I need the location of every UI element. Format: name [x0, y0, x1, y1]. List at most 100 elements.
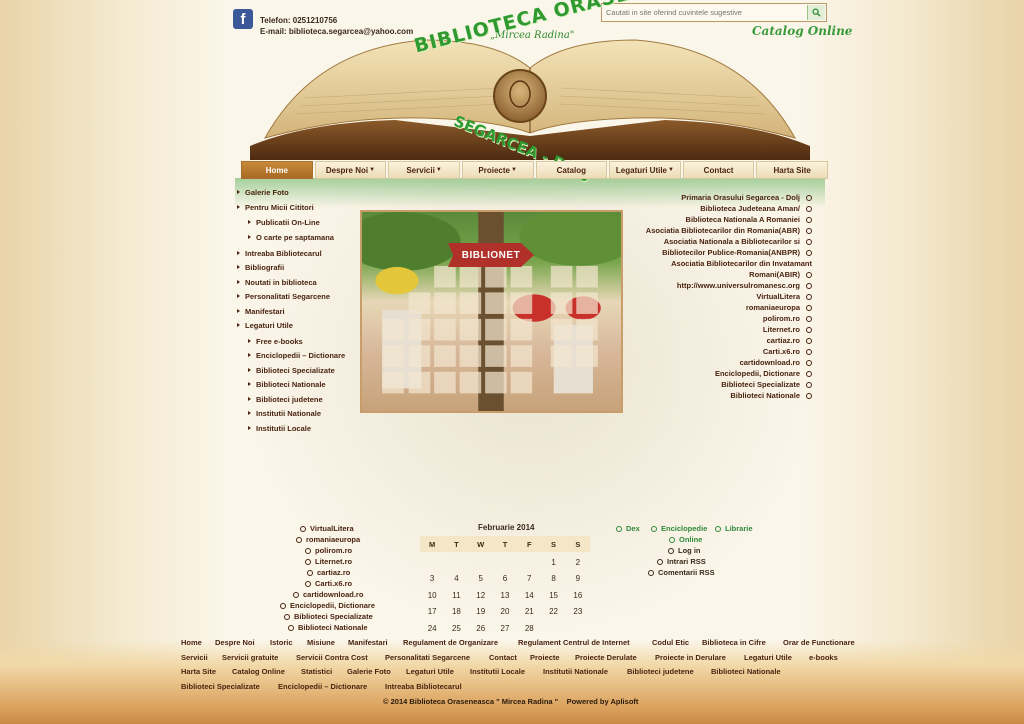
right-link[interactable]: Biblioteca Nationala A Romaniei: [686, 215, 812, 224]
right-link[interactable]: VirtualLitera: [756, 292, 812, 301]
bottom-link[interactable]: Enciclopedii, Dictionare: [280, 601, 375, 610]
right-link[interactable]: Asociatia Bibliotecarilor din Romania(AB…: [646, 226, 812, 235]
footer-link[interactable]: Proiecte: [530, 653, 560, 662]
bottom-link[interactable]: Biblioteci Specializate: [284, 612, 373, 621]
footer-link[interactable]: Orar de Functionare: [783, 638, 855, 647]
left-submenu-item[interactable]: Institutii Locale: [247, 424, 311, 433]
footer-link[interactable]: Servicii gratuite: [222, 653, 278, 662]
slideshow-photo[interactable]: [360, 210, 623, 413]
footer-link[interactable]: Proiecte in Derulare: [655, 653, 726, 662]
left-menu-item[interactable]: Galerie Foto: [237, 188, 289, 197]
login-link[interactable]: Log in: [668, 546, 701, 555]
nav-proiecte[interactable]: Proiecte ▼: [461, 161, 534, 179]
bottom-link[interactable]: polirom.ro: [305, 546, 352, 555]
footer-link[interactable]: Institutii Locale: [470, 667, 525, 676]
right-link[interactable]: polirom.ro: [763, 314, 812, 323]
nav-legaturi-utile[interactable]: Legaturi Utile ▼: [609, 161, 681, 179]
footer-link[interactable]: Legaturi Utile: [406, 667, 454, 676]
left-submenu-item[interactable]: Free e-books: [248, 337, 303, 346]
right-link[interactable]: Primaria Orasului Segarcea - Dolj: [681, 193, 812, 202]
search-button[interactable]: [807, 5, 825, 20]
right-link[interactable]: cartiaz.ro: [767, 336, 812, 345]
right-link[interactable]: Asociatia Bibliotecarilor din Invatamant: [671, 259, 812, 268]
online-link[interactable]: Online: [669, 535, 702, 544]
right-link[interactable]: Biblioteci Specializate: [721, 380, 812, 389]
left-menu-item[interactable]: Pentru Micii Cititori: [237, 203, 314, 212]
left-submenu-item[interactable]: Publicatii On-Line: [248, 218, 320, 227]
facebook-icon[interactable]: f: [233, 9, 253, 29]
left-submenu-item[interactable]: O carte pe saptamana: [248, 233, 334, 242]
left-menu-item[interactable]: Personalitati Segarcene: [236, 292, 330, 301]
left-submenu-item[interactable]: Biblioteci judetene: [248, 395, 323, 404]
nav-despre-noi[interactable]: Despre Noi ▼: [314, 161, 387, 179]
powered-by-link[interactable]: Powered by Aplisoft: [567, 697, 639, 706]
tab-dex[interactable]: Dex: [616, 524, 640, 533]
right-link[interactable]: http://www.universulromanesc.org: [677, 281, 812, 290]
search-input[interactable]: [602, 4, 807, 21]
footer-link[interactable]: Institutii Nationale: [543, 667, 608, 676]
left-menu-item[interactable]: Bibliografii: [236, 263, 284, 272]
footer-link[interactable]: Statistici: [301, 667, 332, 676]
left-menu-item[interactable]: Intreaba Bibliotecarul: [237, 249, 322, 258]
right-link[interactable]: Liternet.ro: [763, 325, 812, 334]
left-submenu-item[interactable]: Biblioteci Nationale: [248, 380, 326, 389]
bottom-link[interactable]: Biblioteci Nationale: [288, 623, 368, 632]
footer-link[interactable]: Catalog Online: [232, 667, 285, 676]
right-link[interactable]: Romani(ABIR): [749, 270, 812, 279]
footer-link[interactable]: Galerie Foto: [347, 667, 391, 676]
footer-link[interactable]: Biblioteci Specializate: [181, 682, 260, 691]
right-link[interactable]: Carti.x6.ro: [763, 347, 812, 356]
left-menu-item[interactable]: Noutati in biblioteca: [237, 278, 317, 287]
footer-link[interactable]: Codul Etic: [652, 638, 689, 647]
bottom-link[interactable]: cartiaz.ro: [307, 568, 350, 577]
footer-link[interactable]: Istoric: [270, 638, 293, 647]
footer-link[interactable]: Regulament de Organizare: [403, 638, 498, 647]
right-link[interactable]: Biblioteci Nationale: [730, 391, 812, 400]
left-submenu-item[interactable]: Biblioteci Specializate: [248, 366, 335, 375]
footer-link[interactable]: Proiecte Derulate: [575, 653, 637, 662]
comments-rss-link[interactable]: Comentarii RSS: [648, 568, 715, 577]
bottom-link[interactable]: Carti.x6.ro: [305, 579, 352, 588]
right-link[interactable]: Bibliotecilor Publice-Romania(ANBPR): [662, 248, 812, 257]
entries-rss-link[interactable]: Intrari RSS: [657, 557, 706, 566]
footer-link[interactable]: Contact: [489, 653, 517, 662]
right-link[interactable]: Biblioteca Judeteana Aman/: [700, 204, 812, 213]
right-link[interactable]: Asociatia Nationala a Bibliotecarilor si: [664, 237, 812, 246]
nav-catalog[interactable]: Catalog: [535, 161, 608, 179]
link-label: cartiaz.ro: [766, 336, 800, 345]
left-menu-item[interactable]: Manifestari: [237, 307, 285, 316]
right-link[interactable]: cartidownload.ro: [740, 358, 812, 367]
left-submenu-item[interactable]: Enciclopedii – Dictionare: [247, 351, 345, 360]
bullet-icon: [657, 559, 663, 566]
bottom-link[interactable]: romaniaeuropa: [296, 535, 360, 544]
nav-harta-site[interactable]: Harta Site: [756, 161, 828, 179]
footer-link[interactable]: Biblioteca in Cifre: [702, 638, 766, 647]
footer-link[interactable]: Harta Site: [181, 667, 216, 676]
bottom-link[interactable]: VirtualLitera: [300, 524, 354, 533]
right-link[interactable]: romaniaeuropa: [746, 303, 812, 312]
footer-link[interactable]: Servicii: [181, 653, 208, 662]
nav-servicii[interactable]: Servicii ▼: [388, 161, 460, 179]
footer-link[interactable]: Legaturi Utile: [744, 653, 792, 662]
footer-link[interactable]: Regulament Centrul de Internet: [518, 638, 630, 647]
bottom-link[interactable]: cartidownload.ro: [293, 590, 363, 599]
left-menu-item[interactable]: Legaturi Utile: [237, 321, 293, 330]
left-submenu-item[interactable]: Institutii Nationale: [247, 409, 321, 418]
footer-link[interactable]: Misiune: [307, 638, 335, 647]
nav-contact[interactable]: Contact: [682, 161, 755, 179]
footer-link[interactable]: Biblioteci judetene: [627, 667, 694, 676]
tab-librarie[interactable]: Librarie: [715, 524, 753, 533]
footer-link[interactable]: Despre Noi: [215, 638, 255, 647]
footer-link[interactable]: Manifestari: [348, 638, 388, 647]
right-link[interactable]: Enciclopedii, Dictionare: [715, 369, 812, 378]
footer-link[interactable]: Enciclopedii – Dictionare: [278, 682, 367, 691]
footer-link[interactable]: Personalitati Segarcene: [385, 653, 470, 662]
footer-link[interactable]: Biblioteci Nationale: [711, 667, 781, 676]
nav-home[interactable]: Home: [241, 161, 313, 179]
footer-link[interactable]: e-books: [809, 653, 838, 662]
footer-link[interactable]: Intreaba Bibliotecarul: [385, 682, 462, 691]
footer-link[interactable]: Servicii Contra Cost: [296, 653, 368, 662]
bottom-link[interactable]: Liternet.ro: [305, 557, 352, 566]
footer-link[interactable]: Home: [181, 638, 202, 647]
tab-enciclopedie[interactable]: Enciclopedie: [651, 524, 707, 533]
